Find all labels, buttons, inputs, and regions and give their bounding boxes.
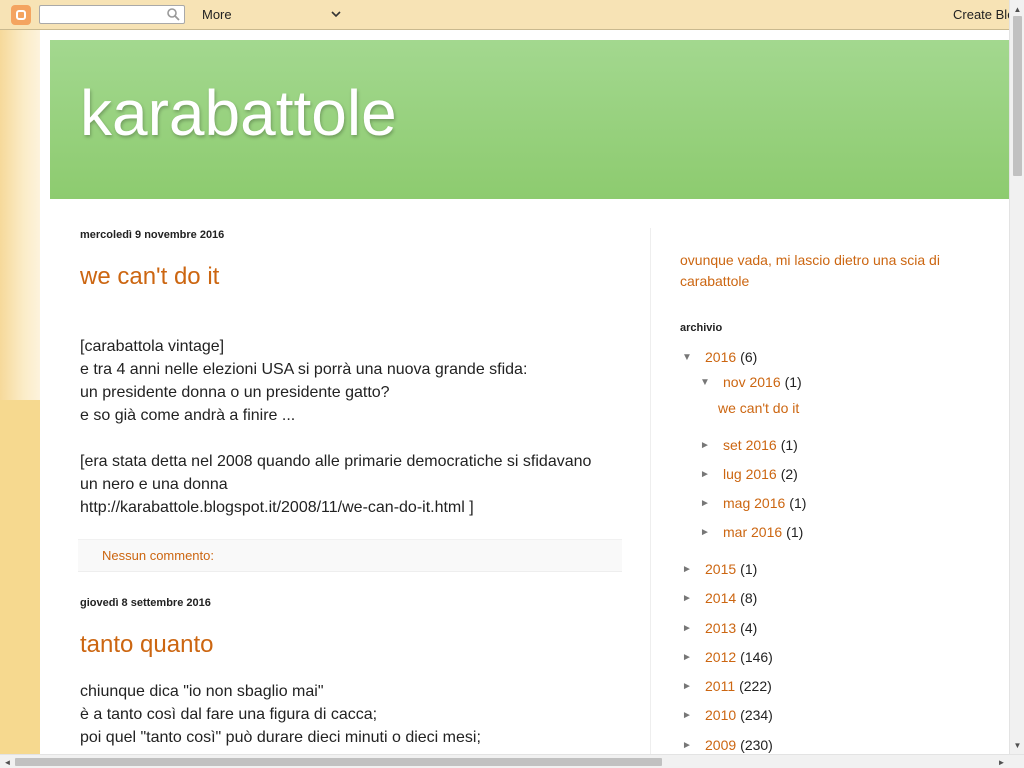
archive-item-2010[interactable]: ► 2010 (234) <box>682 707 773 723</box>
archive-item-nov-2016[interactable]: ▼ nov 2016 (1) <box>700 374 802 390</box>
scroll-up-arrow-icon[interactable]: ▲ <box>1010 2 1024 16</box>
expand-arrow-icon[interactable]: ► <box>700 498 714 509</box>
post-footer: Nessun commento: <box>78 539 622 572</box>
page-background-left-lower <box>0 400 40 754</box>
post-line-url: http://karabattole.blogspot.it/2008/11/w… <box>80 499 474 516</box>
expand-arrow-icon[interactable]: ► <box>682 710 696 721</box>
expand-arrow-icon[interactable]: ► <box>682 740 696 751</box>
expand-arrow-icon[interactable]: ► <box>682 681 696 692</box>
scroll-down-arrow-icon[interactable]: ▼ <box>1010 738 1024 752</box>
expand-arrow-icon[interactable]: ► <box>682 652 696 663</box>
collapse-arrow-icon[interactable]: ▼ <box>700 377 714 388</box>
post-line: poi quel "tanto così" può durare dieci m… <box>80 729 481 746</box>
search-icon[interactable] <box>167 8 180 21</box>
blogger-logo-mark <box>16 10 26 20</box>
scroll-right-arrow-icon[interactable]: ► <box>994 755 1009 768</box>
expand-arrow-icon[interactable]: ► <box>682 564 696 575</box>
post-line: un presidente donna o un presidente gatt… <box>80 384 390 401</box>
scroll-left-arrow-icon[interactable]: ◄ <box>0 755 15 768</box>
blog-title[interactable]: karabattole <box>80 76 397 150</box>
archive-link[interactable]: 2012 <box>705 649 736 665</box>
archive-item-lug-2016[interactable]: ► lug 2016 (2) <box>700 466 798 482</box>
vertical-scrollbar[interactable]: ▲ ▼ <box>1009 0 1024 754</box>
archive-count: (1) <box>780 437 798 453</box>
archive-link[interactable]: 2015 <box>705 561 736 577</box>
chevron-down-icon[interactable] <box>331 9 341 19</box>
archive-item-2014[interactable]: ► 2014 (8) <box>682 590 757 606</box>
post-line: [era stata detta nel 2008 quando alle pr… <box>80 453 592 470</box>
page-background-left <box>0 30 40 400</box>
archive-count: (146) <box>740 649 773 665</box>
post-date: mercoledì 9 novembre 2016 <box>80 229 225 241</box>
archive-count: (1) <box>789 495 807 511</box>
expand-arrow-icon[interactable]: ► <box>682 623 696 634</box>
archive-count: (1) <box>786 524 804 540</box>
post-line: è a tanto così dal fare una figura di ca… <box>80 706 378 723</box>
post-line: un nero e una donna <box>80 476 228 493</box>
archive-count: (222) <box>739 678 772 694</box>
collapse-arrow-icon[interactable]: ▼ <box>682 352 696 363</box>
horizontal-scroll-thumb[interactable] <box>15 758 662 766</box>
post-date: giovedì 8 settembre 2016 <box>80 597 211 609</box>
archive-link[interactable]: mag 2016 <box>723 495 785 511</box>
vertical-scroll-thumb[interactable] <box>1013 16 1022 176</box>
blog-header: karabattole <box>50 40 1009 199</box>
archive-link[interactable]: 2013 <box>705 620 736 636</box>
post-line: [carabattola vintage] <box>80 338 225 355</box>
archive-count: (230) <box>740 737 773 753</box>
archive-heading: archivio <box>680 322 723 334</box>
blogger-logo-icon[interactable] <box>11 5 31 25</box>
more-menu-label[interactable]: More <box>202 7 232 22</box>
archive-item-2012[interactable]: ► 2012 (146) <box>682 649 773 665</box>
archive-item-mar-2016[interactable]: ► mar 2016 (1) <box>700 524 803 540</box>
archive-link[interactable]: set 2016 <box>723 437 777 453</box>
archive-link[interactable]: nov 2016 <box>723 374 781 390</box>
expand-arrow-icon[interactable]: ► <box>700 527 714 538</box>
archive-link[interactable]: 2016 <box>705 349 736 365</box>
archive-link[interactable]: mar 2016 <box>723 524 782 540</box>
archive-count: (234) <box>740 707 773 723</box>
archive-count: (8) <box>740 590 758 606</box>
expand-arrow-icon[interactable]: ► <box>700 469 714 480</box>
comments-link[interactable]: Nessun commento: <box>102 548 214 563</box>
blog-content: karabattole mercoledì 9 novembre 2016 we… <box>40 30 1009 754</box>
archive-count: (1) <box>784 374 802 390</box>
search-input[interactable] <box>39 5 185 24</box>
archive-link[interactable]: lug 2016 <box>723 466 777 482</box>
archive-count: (4) <box>740 620 758 636</box>
archive-count: (2) <box>780 466 798 482</box>
archive-item-2015[interactable]: ► 2015 (1) <box>682 561 757 577</box>
post-body: chiunque dica "io non sbaglio mai" è a t… <box>80 680 625 749</box>
horizontal-scrollbar[interactable]: ◄ ► <box>0 754 1024 768</box>
archive-item-2013[interactable]: ► 2013 (4) <box>682 620 757 636</box>
archive-link[interactable]: 2011 <box>705 678 735 694</box>
archive-item-2009[interactable]: ► 2009 (230) <box>682 737 773 753</box>
expand-arrow-icon[interactable]: ► <box>682 593 696 604</box>
archive-count: (1) <box>740 561 758 577</box>
post-line: e tra 4 anni nelle elezioni USA si porrà… <box>80 361 528 378</box>
expand-arrow-icon[interactable]: ► <box>700 440 714 451</box>
blog-description: ovunque vada, mi lascio dietro una scia … <box>680 252 940 289</box>
sidebar-divider <box>650 228 651 754</box>
post-line-blank <box>80 427 625 450</box>
post-line: e so già come andrà a finire ... <box>80 407 296 424</box>
archive-item-2016[interactable]: ▼ 2016 (6) <box>682 349 757 365</box>
post-line: chiunque dica "io non sbaglio mai" <box>80 683 324 700</box>
post-title[interactable]: we can't do it <box>80 263 219 291</box>
post-body: [carabattola vintage] e tra 4 anni nelle… <box>80 335 625 519</box>
archive-item-2011[interactable]: ► 2011 (222) <box>682 678 772 694</box>
archive-item-set-2016[interactable]: ► set 2016 (1) <box>700 437 798 453</box>
archive-link[interactable]: 2009 <box>705 737 736 753</box>
archive-post-link[interactable]: we can't do it <box>718 400 799 416</box>
archive-item-mag-2016[interactable]: ► mag 2016 (1) <box>700 495 806 511</box>
archive-link[interactable]: 2010 <box>705 707 736 723</box>
archive-count: (6) <box>740 349 758 365</box>
create-blog-link[interactable]: Create Blog <box>953 7 1009 22</box>
archive-link[interactable]: 2014 <box>705 590 736 606</box>
post-title[interactable]: tanto quanto <box>80 631 213 659</box>
blogger-navbar: More Create Blog <box>0 0 1024 30</box>
